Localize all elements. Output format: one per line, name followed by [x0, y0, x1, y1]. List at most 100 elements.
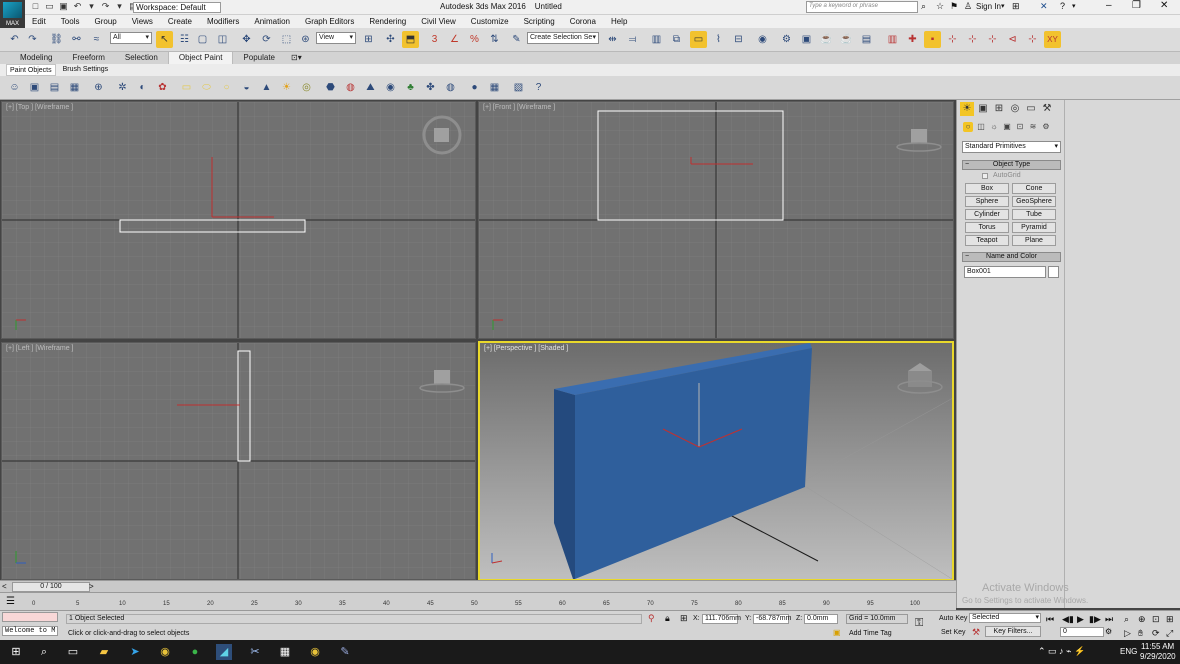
field-of-view-icon[interactable]: ▷ [1124, 628, 1131, 639]
teapot-button[interactable]: Teapot [965, 235, 1009, 246]
menu-civil-view[interactable]: Civil View [414, 15, 464, 28]
name-and-color-rollout[interactable]: − Name and Color [962, 252, 1061, 262]
3dsmax-taskbar-icon[interactable]: ◢ [216, 644, 232, 660]
bind-space-warp-icon[interactable]: ≈ [88, 31, 105, 48]
clock-time[interactable]: 11:55 AM [1141, 642, 1174, 651]
redo-icon[interactable]: ↷ [100, 1, 111, 12]
corona-proxy-icon[interactable]: ⊹ [944, 31, 961, 48]
track-bar[interactable]: ☰ 0 5 10 15 20 25 30 35 40 45 50 55 60 6… [0, 592, 956, 610]
viewport-front[interactable]: [+] [Front ] [Wireframe ] [478, 101, 954, 339]
modify-tab-icon[interactable]: ▣ [976, 102, 990, 116]
toolbar-icon-15[interactable]: ◉ [382, 79, 399, 96]
workspace-dropdown[interactable]: Workspace: Default [133, 2, 221, 13]
selection-filter-dropdown[interactable]: All ▾ [110, 32, 152, 44]
menu-scripting[interactable]: Scripting [517, 15, 563, 28]
plane-button[interactable]: Plane [1012, 235, 1056, 246]
sign-in-dropdown-icon[interactable]: ▾ [1001, 2, 1005, 10]
menu-graph-editors[interactable]: Graph Editors [298, 15, 362, 28]
help-icon[interactable]: ? [1060, 1, 1065, 11]
zoom-extents-icon[interactable]: ⊡ [1152, 614, 1160, 625]
time-slider[interactable]: 0 / 100 [12, 582, 90, 592]
corona-decal-icon[interactable]: ⊲ [1004, 31, 1021, 48]
schematic-view-icon[interactable]: ⊟ [730, 31, 747, 48]
menu-views[interactable]: Views [125, 15, 161, 28]
named-selection-dropdown[interactable]: Create Selection Se ▾ [527, 32, 599, 44]
new-file-icon[interactable]: □ [30, 1, 41, 12]
set-key-button[interactable]: Set Key [941, 629, 966, 636]
tab-freeform[interactable]: Freeform [62, 52, 114, 64]
play-icon[interactable]: ▶ [1077, 614, 1084, 625]
menu-group[interactable]: Group [87, 15, 124, 28]
hierarchy-tab-icon[interactable]: ⊞ [992, 102, 1006, 116]
maxscript-mini-listener-top[interactable] [2, 612, 58, 622]
clock-date[interactable]: 9/29/2020 [1140, 652, 1176, 661]
mirror-icon[interactable]: ⇹ [604, 31, 621, 48]
track-bar-menu-icon[interactable]: ☰ [6, 596, 15, 607]
toolbar-icon-16[interactable]: ✤ [422, 79, 439, 96]
rendered-frame-window-icon[interactable]: ▣ [798, 31, 815, 48]
percent-snap-icon[interactable]: % [466, 31, 483, 48]
toolbar-icon-4[interactable]: ▦ [66, 79, 83, 96]
absolute-mode-icon[interactable]: ⊞ [680, 613, 688, 624]
app-logo[interactable]: MAX [0, 0, 25, 28]
open-file-icon[interactable]: ▭ [44, 1, 55, 12]
exchange-icon[interactable]: ✕ [1040, 1, 1048, 12]
layer-explorer-icon[interactable]: ⧉ [668, 31, 685, 48]
menu-corona[interactable]: Corona [563, 15, 604, 28]
key-mode-dropdown[interactable]: Selected ▾ [969, 613, 1041, 623]
snaps-toggle-icon[interactable]: 3 [426, 31, 443, 48]
chrome-icon[interactable]: ◉ [157, 644, 173, 660]
systems-icon[interactable]: ⚙ [1041, 122, 1051, 132]
toolbar-icon-10[interactable]: ▲ [258, 79, 275, 96]
toolbar-icon-3[interactable]: ▤ [46, 79, 63, 96]
green-app-icon[interactable]: ● [187, 644, 203, 660]
helpers-icon[interactable]: ⊡ [1015, 122, 1025, 132]
select-by-name-icon[interactable]: ☷ [176, 31, 193, 48]
zoom-extents-all-icon[interactable]: ⊞ [1166, 614, 1174, 625]
paint-icon[interactable]: ✎ [337, 644, 353, 660]
task-view-icon[interactable]: ▭ [65, 644, 81, 660]
snipping-tool-icon[interactable]: ✂ [247, 644, 263, 660]
toolbar-icon-2[interactable]: ▣ [26, 79, 43, 96]
zoom-icon[interactable]: ⌕ [1124, 614, 1129, 625]
close-button[interactable]: ✕ [1160, 0, 1168, 11]
orbit-icon[interactable]: ⟳ [1152, 628, 1160, 639]
create-tab-icon[interactable]: ☀ [960, 102, 974, 116]
minimize-button[interactable]: – [1106, 0, 1112, 11]
tab-selection[interactable]: Selection [115, 52, 168, 64]
sun-icon[interactable]: ☀ [278, 79, 295, 96]
ellipse-icon[interactable]: ⬭ [198, 79, 215, 96]
scale-icon[interactable]: ⬚ [278, 31, 295, 48]
go-to-end-icon[interactable]: ⏭ [1105, 614, 1113, 625]
torus-button[interactable]: Torus [965, 222, 1009, 233]
set-key-icon[interactable]: ⚒ [972, 627, 980, 638]
go-to-start-icon[interactable]: ⏮ [1046, 614, 1054, 625]
xy-axis-icon[interactable]: XY [1044, 31, 1061, 48]
viewport-perspective[interactable]: [+] [Perspective ] [Shaded ] [478, 341, 954, 581]
tray-icons[interactable]: ⌃ ▭ ♪ ⌁ ⚡ [1038, 646, 1085, 657]
place-icon[interactable]: ⊛ [297, 31, 314, 48]
edit-named-selection-icon[interactable]: ✎ [508, 31, 525, 48]
toolbar-icon-8[interactable]: ✿ [154, 79, 171, 96]
ribbon-options-icon[interactable]: ⊡▾ [285, 52, 308, 64]
viewport-perspective-label[interactable]: [+] [Perspective ] [Shaded ] [484, 345, 568, 352]
help-icon[interactable]: ? [530, 79, 547, 96]
angle-snap-icon[interactable]: ∠ [446, 31, 463, 48]
z-coordinate-field[interactable]: 0.0mm [804, 614, 838, 624]
reference-coordinate-dropdown[interactable]: View ▾ [316, 32, 356, 44]
unlink-icon[interactable]: ⚯ [68, 31, 85, 48]
key-filters-button[interactable]: Key Filters... [985, 626, 1041, 637]
geometry-icon[interactable]: ○ [963, 122, 973, 132]
cart-icon[interactable]: ⊞ [1012, 1, 1020, 12]
toolbar-icon-17[interactable]: ◍ [442, 79, 459, 96]
menu-create[interactable]: Create [161, 15, 200, 28]
sign-in-link[interactable]: Sign In [976, 2, 1001, 11]
search-icon[interactable]: ⌕ [36, 644, 52, 660]
cylinder-button[interactable]: Cylinder [965, 209, 1009, 220]
subtab-brush-settings[interactable]: Brush Settings [60, 64, 112, 76]
object-color-swatch[interactable] [1048, 266, 1059, 278]
cone-button[interactable]: Cone [1012, 183, 1056, 194]
subtab-paint-objects[interactable]: Paint Objects [6, 64, 56, 76]
spacewarps-icon[interactable]: ≋ [1028, 122, 1038, 132]
menu-customize[interactable]: Customize [464, 15, 517, 28]
